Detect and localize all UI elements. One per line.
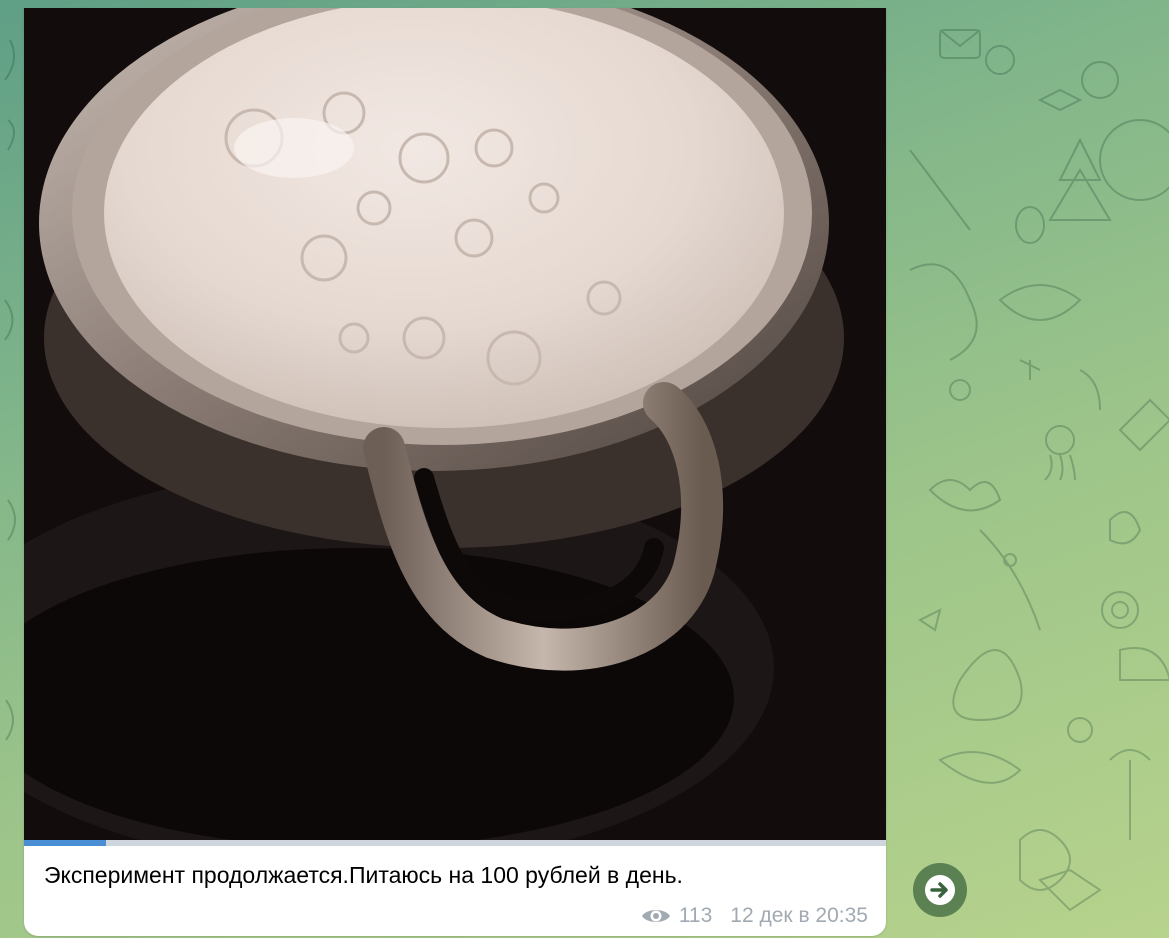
message-caption: Эксперимент продолжается.Питаюсь на 100 … [44,862,683,888]
photo-image [24,8,886,840]
forward-button[interactable] [913,863,967,917]
message-photo[interactable] [24,8,886,840]
view-count: 113 [678,904,713,927]
message-meta: 113 12 дек в 20:35 [641,904,868,928]
media-message[interactable]: Эксперимент продолжается.Питаюсь на 100 … [24,8,886,936]
eye-icon [641,910,670,922]
message-timestamp[interactable]: 12 дек в 20:35 [730,904,868,928]
forward-arrow-icon [925,875,955,905]
media-progress-fill [24,840,106,846]
media-progress-bar [24,840,886,846]
